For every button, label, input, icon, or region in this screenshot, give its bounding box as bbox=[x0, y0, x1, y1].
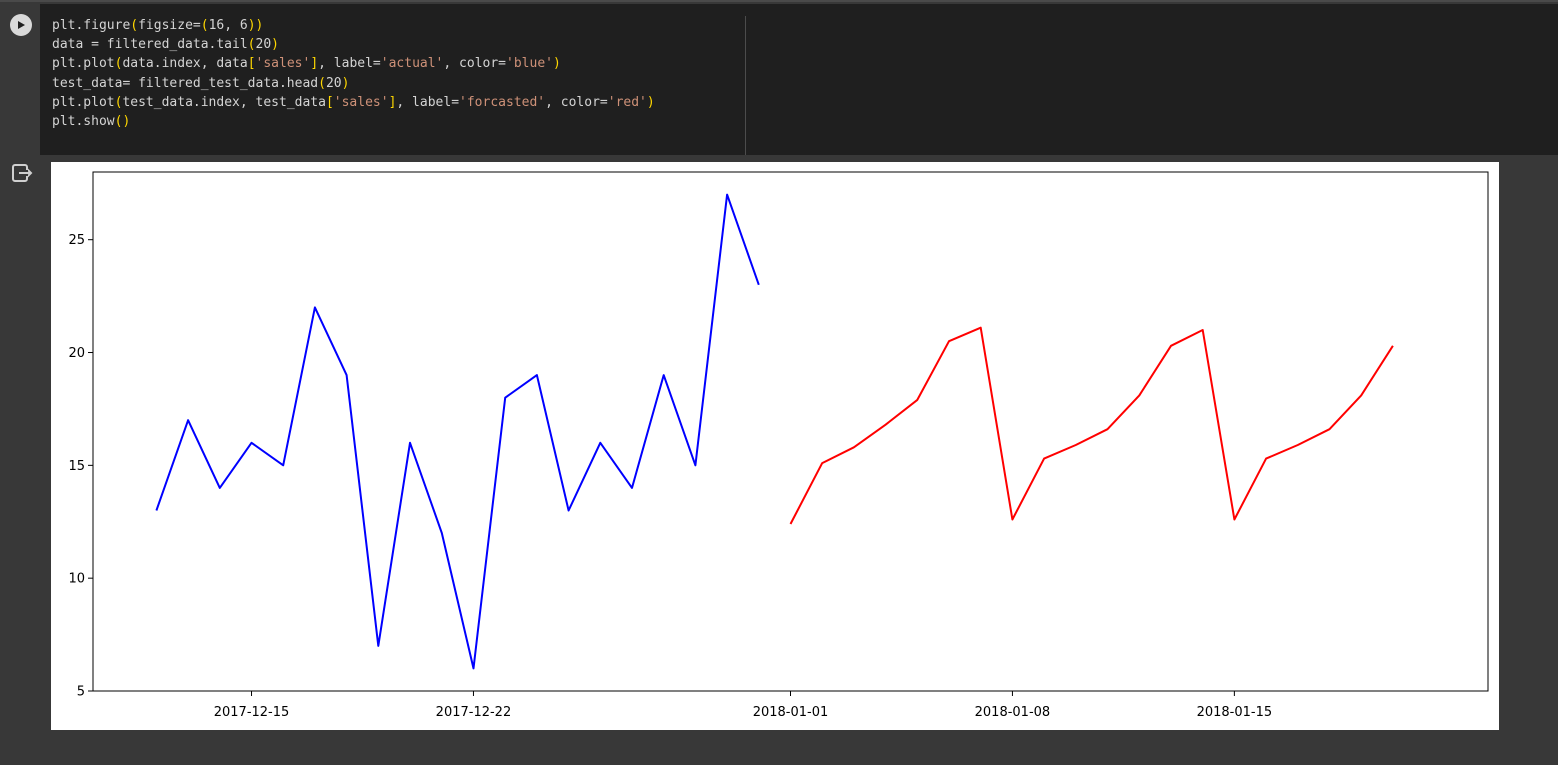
code-line[interactable]: plt.plot(test_data.index, test_data['sal… bbox=[52, 93, 655, 112]
y-tick-label: 20 bbox=[68, 346, 85, 361]
code-line[interactable]: test_data= filtered_test_data.head(20) bbox=[52, 74, 655, 93]
x-tick-label: 2018-01-01 bbox=[753, 705, 829, 720]
series-line-1 bbox=[155, 193, 760, 670]
y-tick-label: 15 bbox=[68, 459, 85, 474]
code-line[interactable]: plt.show() bbox=[52, 112, 655, 131]
output-arrow-icon[interactable] bbox=[11, 163, 33, 183]
y-tick-label: 5 bbox=[77, 685, 85, 700]
y-tick-label: 25 bbox=[68, 233, 85, 248]
y-tick-label: 10 bbox=[68, 572, 85, 587]
play-icon bbox=[18, 21, 25, 29]
x-tick-label: 2017-12-22 bbox=[436, 705, 512, 720]
run-cell-button[interactable] bbox=[10, 14, 32, 36]
x-tick-label: 2017-12-15 bbox=[214, 705, 290, 720]
x-tick-label: 2018-01-15 bbox=[1197, 705, 1273, 720]
chart-output: 5 10 15 20 25 2017-12-15 2017-12-22 2018-01-01 2… bbox=[51, 162, 1499, 730]
series-line-2 bbox=[789, 326, 1394, 525]
axes-frame bbox=[92, 171, 1489, 692]
line-chart: 5 10 15 20 25 2017-12-15 2017-12-22 2018-01-01 2… bbox=[68, 171, 1489, 720]
x-tick-label: 2018-01-08 bbox=[975, 705, 1051, 720]
code-line[interactable]: plt.plot(data.index, data['sales'], labe… bbox=[52, 54, 655, 73]
code-text[interactable]: plt.figure(figsize=(16, 6)) data = filter… bbox=[52, 16, 655, 131]
code-line[interactable]: plt.figure(figsize=(16, 6)) bbox=[52, 16, 655, 35]
editor-ruler bbox=[745, 16, 746, 155]
code-cell: plt.figure(figsize=(16, 6)) data = filter… bbox=[0, 0, 1558, 155]
code-editor[interactable]: plt.figure(figsize=(16, 6)) data = filter… bbox=[40, 4, 1558, 155]
code-line[interactable]: data = filtered_data.tail(20) bbox=[52, 35, 655, 54]
